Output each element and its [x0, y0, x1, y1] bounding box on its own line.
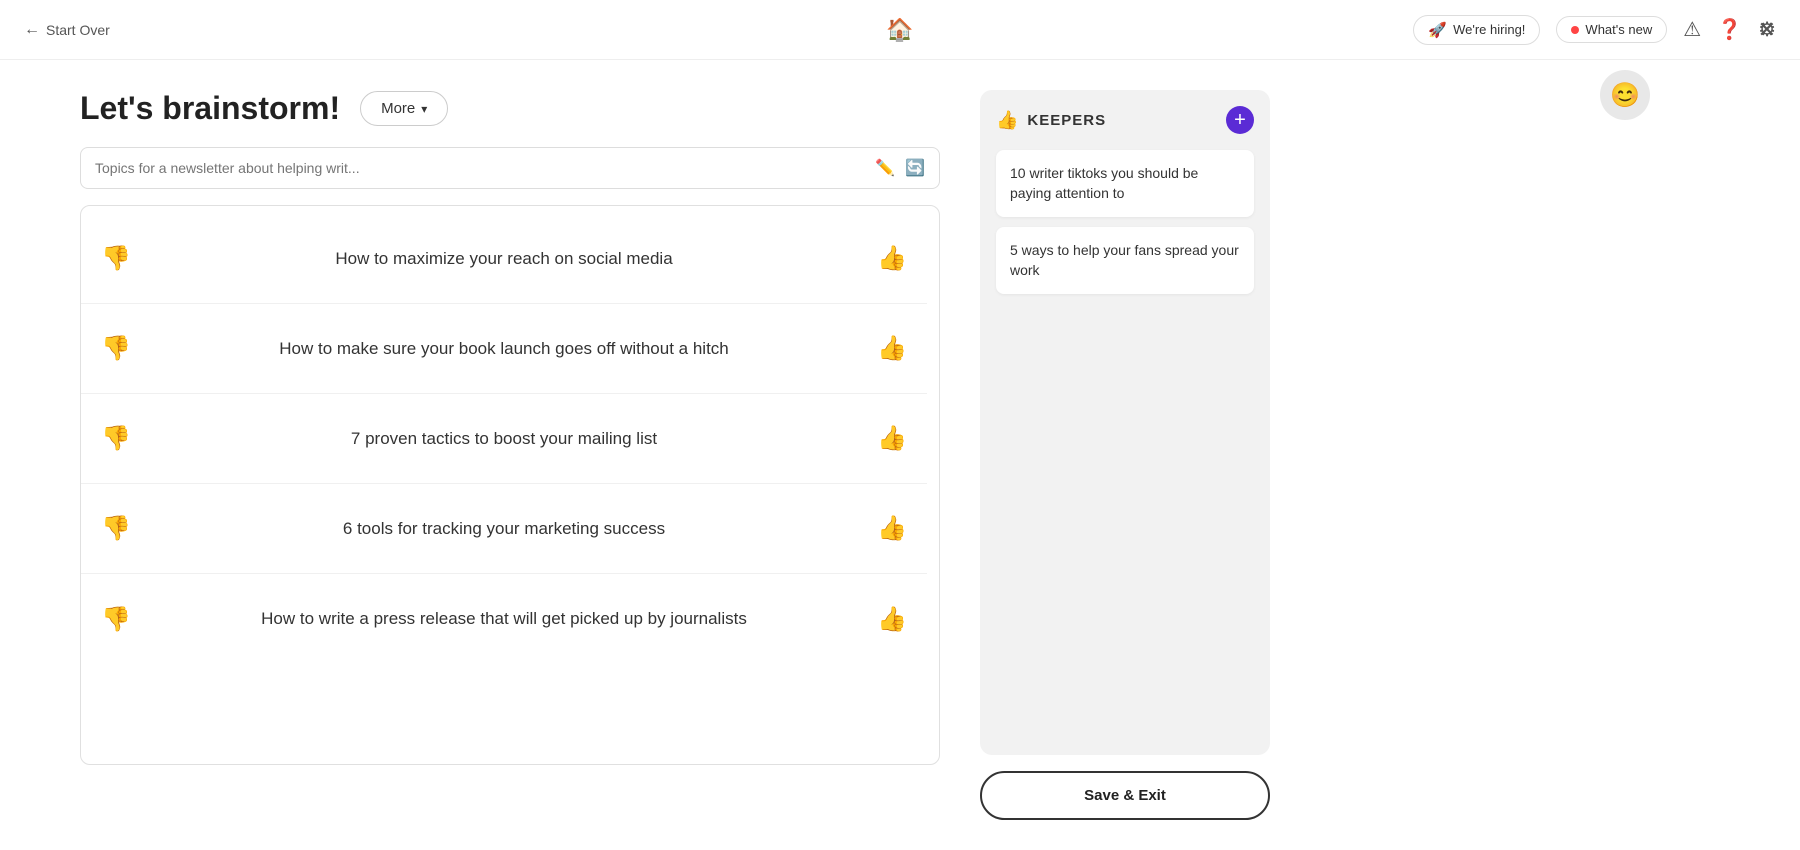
- close-button[interactable]: ✕: [1758, 17, 1776, 43]
- keepers-header: 👍 KEEPERS +: [996, 106, 1254, 134]
- edit-icon[interactable]: ✏️: [875, 158, 895, 178]
- topic-item: 👎 7 proven tactics to boost your mailing…: [81, 394, 927, 484]
- topic-item: 👎 How to make sure your book launch goes…: [81, 304, 927, 394]
- thumbs-down-button[interactable]: 👎: [97, 601, 135, 638]
- topic-text: How to make sure your book launch goes o…: [151, 337, 857, 361]
- keepers-title: 👍 KEEPERS: [996, 110, 1106, 131]
- thumbs-down-button[interactable]: 👎: [97, 330, 135, 367]
- topics-scroll[interactable]: 👎 How to maximize your reach on social m…: [81, 206, 939, 764]
- page-title: Let's brainstorm!: [80, 90, 340, 127]
- thumbs-up-button[interactable]: 👍: [873, 330, 911, 367]
- topic-text: 6 tools for tracking your marketing succ…: [151, 517, 857, 541]
- thumbs-down-button[interactable]: 👎: [97, 420, 135, 457]
- topic-text: 7 proven tactics to boost your mailing l…: [151, 427, 857, 451]
- keepers-panel: 👍 KEEPERS + 10 writer tiktoks you should…: [980, 90, 1270, 755]
- chevron-down-icon: ▾: [421, 102, 427, 116]
- alert-icon-button[interactable]: ⚠: [1683, 17, 1701, 42]
- left-panel: Let's brainstorm! More ▾ ✏️ 🔄 👎 How to m…: [80, 90, 940, 820]
- search-input[interactable]: [95, 160, 865, 176]
- topic-text: How to write a press release that will g…: [151, 607, 857, 631]
- refresh-icon[interactable]: 🔄: [905, 158, 925, 178]
- keepers-label: KEEPERS: [1027, 112, 1106, 129]
- main-content: Let's brainstorm! More ▾ ✏️ 🔄 👎 How to m…: [0, 60, 1800, 850]
- start-over-button[interactable]: ← Start Over: [24, 21, 110, 39]
- help-icon-button[interactable]: ❓: [1717, 17, 1742, 42]
- page-header: Let's brainstorm! More ▾: [80, 90, 940, 127]
- topic-item: 👎 How to maximize your reach on social m…: [81, 214, 927, 304]
- top-navigation: ← Start Over 🏠 🚀 We're hiring! What's ne…: [0, 0, 1800, 60]
- whats-new-label: What's new: [1585, 22, 1652, 37]
- more-label: More: [381, 100, 415, 117]
- thumbs-down-button[interactable]: 👎: [97, 510, 135, 547]
- thumbs-up-button[interactable]: 👍: [873, 601, 911, 638]
- back-arrow-icon: ←: [24, 21, 40, 39]
- thumbs-up-button[interactable]: 👍: [873, 420, 911, 457]
- search-bar: ✏️ 🔄: [80, 147, 940, 189]
- thumbs-up-button[interactable]: 👍: [873, 240, 911, 277]
- notification-dot: [1571, 26, 1579, 34]
- keeper-card: 5 ways to help your fans spread your wor…: [996, 227, 1254, 294]
- home-icon[interactable]: 🏠: [886, 17, 913, 43]
- whats-new-button[interactable]: What's new: [1556, 16, 1667, 43]
- add-keeper-button[interactable]: +: [1226, 106, 1254, 134]
- hiring-label: We're hiring!: [1453, 22, 1525, 37]
- thumbs-down-button[interactable]: 👎: [97, 240, 135, 277]
- nav-right-actions: 🚀 We're hiring! What's new ⚠ ❓ ⚙ ✕: [1413, 15, 1776, 45]
- topic-item: 👎 6 tools for tracking your marketing su…: [81, 484, 927, 574]
- more-button[interactable]: More ▾: [360, 91, 448, 126]
- rocket-icon: 🚀: [1428, 21, 1447, 39]
- topic-item: 👎 How to write a press release that will…: [81, 574, 927, 664]
- right-panel: 👍 KEEPERS + 10 writer tiktoks you should…: [980, 90, 1270, 820]
- hiring-button[interactable]: 🚀 We're hiring!: [1413, 15, 1540, 45]
- topic-text: How to maximize your reach on social med…: [151, 247, 857, 271]
- topics-container: 👎 How to maximize your reach on social m…: [80, 205, 940, 765]
- thumbs-up-button[interactable]: 👍: [873, 510, 911, 547]
- keeper-card: 10 writer tiktoks you should be paying a…: [996, 150, 1254, 217]
- save-exit-button[interactable]: Save & Exit: [980, 771, 1270, 820]
- start-over-label: Start Over: [46, 22, 110, 38]
- hand-icon: 👍: [996, 110, 1019, 131]
